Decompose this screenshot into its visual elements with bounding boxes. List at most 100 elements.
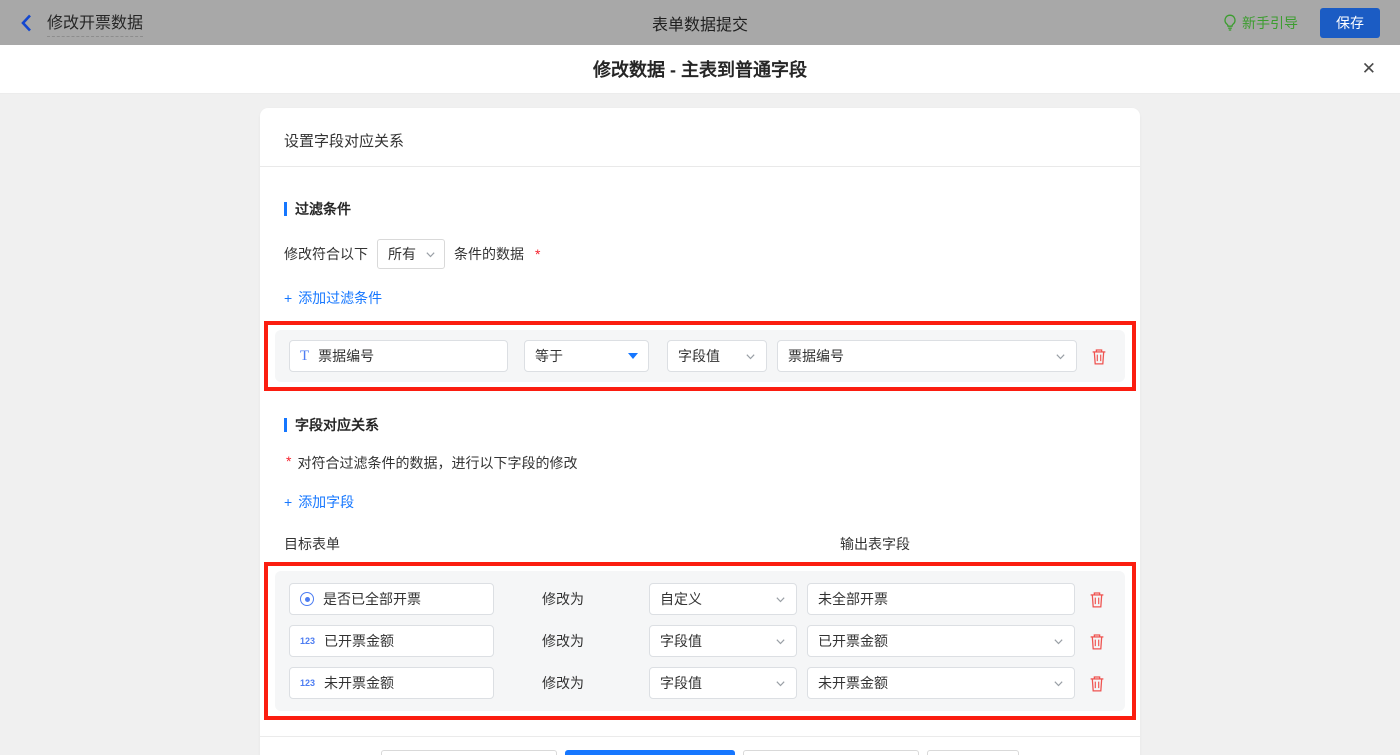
mapping-row: 123 未开票金额 修改为 字段值 未开票金额 [289, 667, 1111, 699]
target-field-box[interactable]: 是否已全部开票 [289, 583, 494, 615]
number-field-icon: 123 [300, 678, 316, 688]
settings-card: 设置字段对应关系 过滤条件 修改符合以下 所有 条件的数据 * + 添加过滤条件… [260, 108, 1140, 755]
dialog-body: 设置字段对应关系 过滤条件 修改符合以下 所有 条件的数据 * + 添加过滤条件… [0, 94, 1400, 755]
filter-field-name: 票据编号 [318, 348, 375, 364]
value-type: 字段值 [660, 675, 702, 691]
add-field-link[interactable]: + 添加字段 [284, 492, 354, 512]
output-field-value: 未开票金额 [818, 675, 888, 691]
modify-to-label: 修改为 [542, 591, 584, 607]
target-field-box[interactable]: 123 已开票金额 [289, 625, 494, 657]
filter-section-title: 过滤条件 [284, 199, 1116, 219]
modify-to-label: 修改为 [542, 675, 584, 691]
filter-intro-suffix: 条件的数据 [454, 246, 524, 262]
target-field-box[interactable]: 123 未开票金额 [289, 667, 494, 699]
section-bar-icon [284, 418, 287, 432]
dialog-footer: 上一步：设置触发动作 完成 下一步：设置新增数据 其他设置 [260, 736, 1140, 755]
card-title: 设置字段对应关系 [260, 108, 1140, 167]
mapping-highlight-box: 是否已全部开票 修改为 自定义 未全部开票 123 已开票金额 修改为 字段值 … [264, 562, 1136, 720]
mapping-column-headers: 目标表单 输出表字段 [284, 534, 1116, 554]
dialog-header: 修改数据 - 主表到普通字段 ✕ [0, 45, 1400, 94]
trash-icon [1090, 675, 1104, 691]
close-icon[interactable]: ✕ [1362, 57, 1376, 81]
delete-row-button[interactable] [1089, 633, 1105, 650]
mapping-description: 对符合过滤条件的数据，进行以下字段的修改 [297, 455, 578, 471]
lightbulb-icon [1224, 14, 1236, 31]
prev-step-button[interactable]: 上一步：设置触发动作 [381, 750, 557, 755]
delete-row-button[interactable] [1089, 675, 1105, 692]
chevron-down-icon [776, 596, 785, 602]
match-mode-select[interactable]: 所有 [377, 239, 445, 269]
target-field-name: 是否已全部开票 [323, 591, 421, 607]
beginner-guide-label: 新手引导 [1242, 14, 1298, 31]
mapping-row: 123 已开票金额 修改为 字段值 已开票金额 [289, 625, 1111, 657]
modify-to-label: 修改为 [542, 633, 584, 649]
text-field-icon: T [300, 347, 310, 364]
output-field-select[interactable]: 未开票金额 [807, 667, 1075, 699]
filter-value-type-select[interactable]: 字段值 [667, 340, 767, 372]
trash-icon [1090, 633, 1104, 649]
finish-button[interactable]: 完成 [565, 750, 735, 755]
value-type-select[interactable]: 自定义 [649, 583, 797, 615]
filter-condition-row: T 票据编号 等于 字段值 票据编号 [289, 340, 1111, 372]
filter-section-title-text: 过滤条件 [295, 201, 351, 217]
column-header-output-field: 输出表字段 [840, 536, 910, 552]
target-field-name: 已开票金额 [324, 633, 395, 649]
column-header-target-form: 目标表单 [284, 536, 340, 552]
back-button[interactable] [20, 13, 33, 33]
plus-icon: + [284, 494, 293, 510]
chevron-down-icon [776, 638, 785, 644]
chevron-down-icon [426, 251, 435, 257]
chevron-down-icon [1056, 353, 1065, 359]
trash-icon [1090, 591, 1104, 607]
custom-value-input[interactable] [807, 583, 1075, 615]
section-bar-icon [284, 202, 287, 216]
filter-intro-prefix: 修改符合以下 [284, 246, 368, 262]
chevron-down-icon [776, 680, 785, 686]
next-step-button[interactable]: 下一步：设置新增数据 [743, 750, 919, 755]
caret-down-icon [628, 353, 638, 359]
match-mode-value: 所有 [388, 246, 416, 262]
number-field-icon: 123 [300, 636, 316, 646]
mapping-rows-panel: 是否已全部开票 修改为 自定义 未全部开票 123 已开票金额 修改为 字段值 … [275, 571, 1125, 711]
dialog-title: 修改数据 - 主表到普通字段 [593, 60, 807, 80]
target-field-name: 未开票金额 [324, 675, 395, 691]
filter-value: 票据编号 [788, 348, 844, 364]
output-field-value: 已开票金额 [818, 633, 888, 649]
save-button[interactable]: 保存 [1320, 7, 1380, 38]
mapping-row: 是否已全部开票 修改为 自定义 [289, 583, 1111, 615]
plus-icon: + [284, 290, 293, 306]
filter-operator-value: 等于 [535, 348, 563, 364]
beginner-guide-link[interactable]: 新手引导 [1223, 13, 1298, 33]
trash-icon [1092, 348, 1106, 364]
filter-condition-panel: T 票据编号 等于 字段值 票据编号 [275, 330, 1125, 382]
radio-field-icon [300, 592, 314, 606]
chevron-down-icon [746, 353, 755, 359]
filter-operator-select[interactable]: 等于 [524, 340, 649, 372]
output-field-select[interactable]: 已开票金额 [807, 625, 1075, 657]
chevron-down-icon [1054, 638, 1063, 644]
workflow-name[interactable]: 修改开票数据 [47, 9, 144, 37]
delete-condition-button[interactable] [1091, 348, 1107, 365]
add-filter-condition-link[interactable]: + 添加过滤条件 [284, 288, 382, 308]
page-title: 表单数据提交 [651, 16, 748, 34]
filter-highlight-box: T 票据编号 等于 字段值 票据编号 [264, 321, 1136, 391]
topbar: 修改开票数据 表单数据提交 新手引导 保存 [0, 0, 1400, 45]
chevron-left-icon [21, 14, 31, 31]
required-mark: * [286, 453, 292, 469]
mapping-description-row: * 对符合过滤条件的数据，进行以下字段的修改 [284, 453, 1116, 473]
value-type-select[interactable]: 字段值 [649, 625, 797, 657]
other-settings-button[interactable]: 其他设置 [927, 750, 1019, 755]
add-filter-condition-label: 添加过滤条件 [298, 290, 383, 306]
filter-field-box[interactable]: T 票据编号 [289, 340, 508, 372]
required-mark: * [535, 246, 541, 262]
filter-intro-row: 修改符合以下 所有 条件的数据 * [284, 239, 1116, 269]
value-type: 字段值 [660, 633, 702, 649]
value-type: 自定义 [660, 591, 702, 607]
mapping-section-title-text: 字段对应关系 [295, 417, 379, 433]
delete-row-button[interactable] [1089, 591, 1105, 608]
filter-value-type: 字段值 [678, 348, 720, 364]
value-type-select[interactable]: 字段值 [649, 667, 797, 699]
filter-value-select[interactable]: 票据编号 [777, 340, 1077, 372]
mapping-section-title: 字段对应关系 [284, 415, 1116, 435]
chevron-down-icon [1054, 680, 1063, 686]
